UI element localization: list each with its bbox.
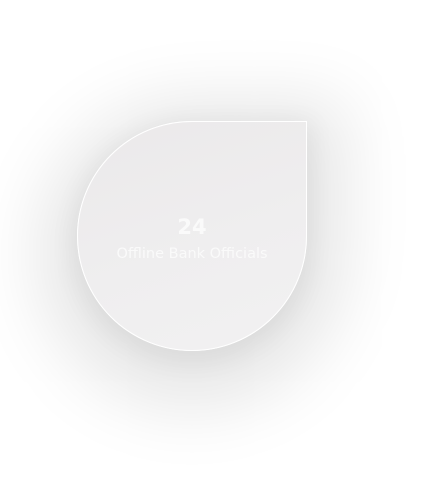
stat-label: Offline Bank Officials — [116, 246, 268, 262]
page-background: 24 Offline Bank Officials — [0, 0, 427, 482]
stat-card: 24 Offline Bank Officials — [77, 121, 307, 351]
stat-value: 24 — [177, 215, 207, 239]
